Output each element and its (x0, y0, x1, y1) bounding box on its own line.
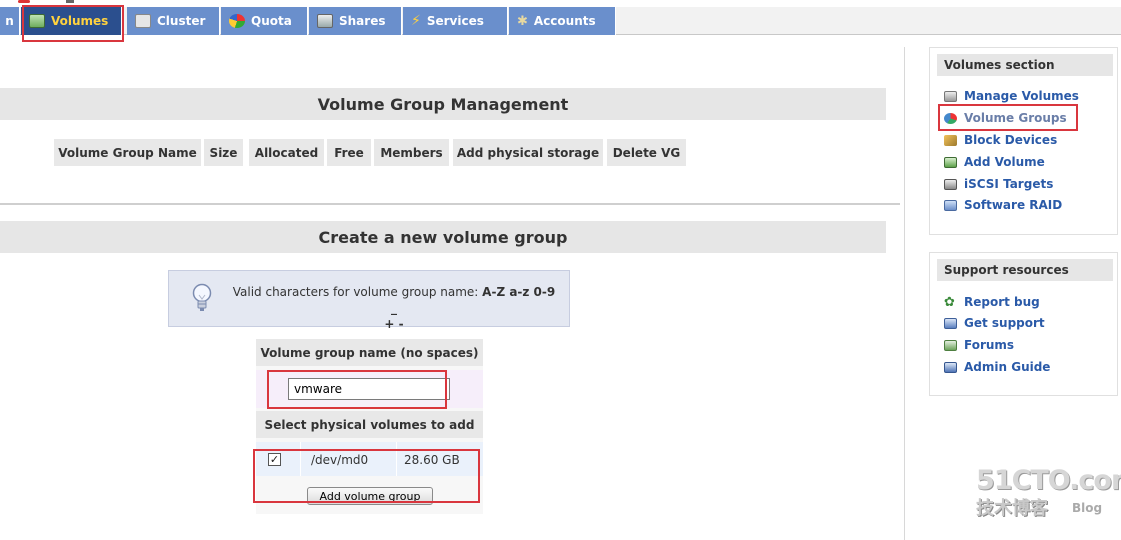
highlight-volume-groups (938, 104, 1078, 131)
link-get-support-label: Get support (964, 316, 1045, 330)
shares-icon (317, 14, 333, 28)
raid-icon (944, 199, 957, 211)
section-divider (0, 203, 900, 205)
col-members-label: Members (380, 145, 443, 160)
link-admin-guide-label: Admin Guide (964, 360, 1051, 374)
highlight-vg-name (267, 370, 447, 409)
tab-cluster[interactable]: Cluster (127, 7, 220, 35)
tab-cluster-label: Cluster (157, 14, 206, 28)
book-icon (944, 361, 957, 373)
volumes-section-box: Volumes section Manage Volumes Volume Gr… (929, 47, 1118, 235)
bug-icon: ✿ (944, 294, 955, 310)
quota-icon (229, 14, 245, 28)
tab-shares-label: Shares (339, 14, 386, 28)
vg-name-label-text: Volume group name (no spaces) (260, 345, 479, 360)
pv-select-label-text: Select physical volumes to add (264, 417, 475, 432)
link-software-raid[interactable]: Software RAID (944, 196, 1062, 214)
pv-select-label: Select physical volumes to add (256, 411, 483, 438)
link-iscsi-targets[interactable]: iSCSI Targets (944, 175, 1053, 193)
col-vg-name-label: Volume Group Name (58, 145, 197, 160)
link-iscsi-targets-label: iSCSI Targets (964, 177, 1054, 191)
col-delete-vg: Delete VG (607, 139, 686, 166)
note-text-extra-chars: + - (384, 317, 404, 331)
watermark: 51CTO.com 技术博客 Blog (976, 465, 1121, 525)
col-vg-name: Volume Group Name (54, 139, 201, 166)
note-text: Valid characters for volume group name: … (229, 284, 559, 332)
col-size: Size (204, 139, 243, 166)
link-admin-guide[interactable]: Admin Guide (944, 358, 1050, 376)
col-free: Free (327, 139, 371, 166)
create-vg-header: Create a new volume group (0, 221, 886, 253)
tab-quota[interactable]: Quota (221, 7, 308, 35)
info-note: Valid characters for volume group name: … (168, 270, 570, 331)
watermark-site: 51CTO.com (976, 465, 1121, 496)
link-forums-label: Forums (964, 338, 1015, 352)
link-block-devices[interactable]: Block Devices (944, 131, 1057, 149)
tab-accounts[interactable]: ✱ Accounts (509, 7, 616, 35)
accounts-icon: ✱ (517, 13, 528, 29)
create-vg-title: Create a new volume group (318, 227, 568, 247)
main-nav: n Volumes Cluster Quota Shares ⚡ Service… (0, 7, 1121, 35)
vg-management-header: Volume Group Management (0, 88, 886, 120)
block-devices-icon (944, 134, 957, 146)
support-icon (944, 317, 957, 329)
tab-accounts-label: Accounts (533, 14, 596, 28)
hdd-icon (944, 90, 957, 102)
watermark-blog: Blog (1072, 501, 1103, 515)
col-allocated-label: Allocated (254, 145, 319, 160)
link-block-devices-label: Block Devices (964, 133, 1058, 147)
support-resources-box: Support resources ✿ Report bug Get suppo… (929, 252, 1118, 396)
browser-icon-fragment (18, 0, 30, 3)
link-manage-volumes-label: Manage Volumes (964, 89, 1079, 103)
tab-services-label: Services (426, 14, 484, 28)
browser-title-fragment (66, 0, 74, 3)
vg-management-title: Volume Group Management (317, 94, 569, 114)
volumes-section-title: Volumes section (937, 54, 1113, 76)
link-manage-volumes[interactable]: Manage Volumes (944, 87, 1079, 105)
lightbulb-icon (192, 283, 212, 311)
note-text-main: Valid characters for volume group name: (232, 285, 479, 299)
col-size-label: Size (209, 145, 238, 160)
add-icon (944, 156, 957, 168)
tab-quota-label: Quota (251, 14, 292, 28)
col-add-physical-storage: Add physical storage (453, 139, 603, 166)
link-software-raid-label: Software RAID (964, 198, 1063, 212)
link-forums[interactable]: Forums (944, 336, 1014, 354)
tab-shares[interactable]: Shares (309, 7, 402, 35)
tab-partial[interactable]: n (0, 7, 20, 35)
link-report-bug-label: Report bug (964, 295, 1040, 309)
link-add-volume[interactable]: Add Volume (944, 153, 1045, 171)
tab-partial-label: n (5, 14, 14, 28)
iscsi-icon (944, 178, 957, 190)
tab-services[interactable]: ⚡ Services (403, 7, 508, 35)
vg-name-label: Volume group name (no spaces) (256, 339, 483, 366)
link-report-bug[interactable]: ✿ Report bug (944, 293, 1040, 311)
highlight-pv-select (253, 449, 480, 503)
link-get-support[interactable]: Get support (944, 314, 1045, 332)
cluster-icon (135, 14, 151, 28)
col-free-label: Free (334, 145, 364, 160)
col-add-physical-storage-label: Add physical storage (456, 145, 600, 160)
highlight-volumes-tab (22, 5, 124, 42)
col-delete-vg-label: Delete VG (612, 145, 681, 160)
browser-top-strip (0, 0, 1121, 7)
support-resources-title: Support resources (937, 259, 1113, 281)
link-add-volume-label: Add Volume (964, 155, 1045, 169)
forums-icon (944, 339, 957, 351)
col-allocated: Allocated (249, 139, 324, 166)
lightning-icon: ⚡ (411, 13, 421, 29)
col-members: Members (374, 139, 449, 166)
